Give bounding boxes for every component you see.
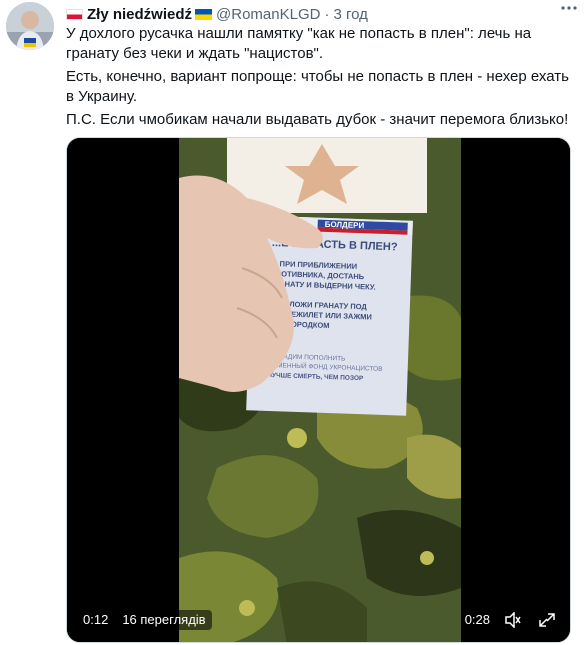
tweet-paragraph: Есть, конечно, вариант попроще: чтобы не…	[66, 68, 569, 105]
video-elapsed: 0:12	[83, 612, 109, 627]
author-handle[interactable]: @RomanKLGD	[216, 6, 320, 23]
fullscreen-icon[interactable]	[538, 612, 556, 628]
separator: ·	[324, 5, 330, 23]
tweet-paragraph: У дохлого русачка нашли памятку "как не …	[66, 25, 532, 62]
tweet-time[interactable]: 3 год	[333, 6, 367, 23]
video-remaining: 0:28	[464, 612, 490, 627]
volume-icon[interactable]	[504, 612, 522, 628]
tweet-paragraph: П.С. Если чмобикам начали выдавать дубок…	[66, 111, 569, 128]
video-info-pill: 0:12 16 переглядів	[77, 610, 212, 630]
tweet-text: У дохлого русачка нашли памятку "как не …	[66, 24, 573, 133]
tweet[interactable]: Zły niedźwiedź @RomanKLGD · 3 год У дохл…	[0, 0, 587, 645]
poland-flag-icon	[66, 8, 83, 20]
avatar[interactable]	[6, 2, 54, 50]
video-views: 16 переглядів	[122, 612, 206, 627]
tweet-header: Zły niedźwiedź @RomanKLGD · 3 год	[66, 4, 575, 24]
leaflet-brand: БОЛДЕРИ	[325, 220, 365, 230]
video-player[interactable]: БОЛДЕРИ ...Е ПОПАСТЬ В ПЛЕН? 1. ПРИ ПРИБ…	[66, 137, 571, 643]
video-frame: БОЛДЕРИ ...Е ПОПАСТЬ В ПЛЕН? 1. ПРИ ПРИБ…	[67, 138, 570, 642]
more-icon[interactable]	[559, 0, 579, 20]
author-name[interactable]: Zły niedźwiedź	[87, 6, 192, 23]
ukraine-flag-icon	[195, 8, 213, 20]
